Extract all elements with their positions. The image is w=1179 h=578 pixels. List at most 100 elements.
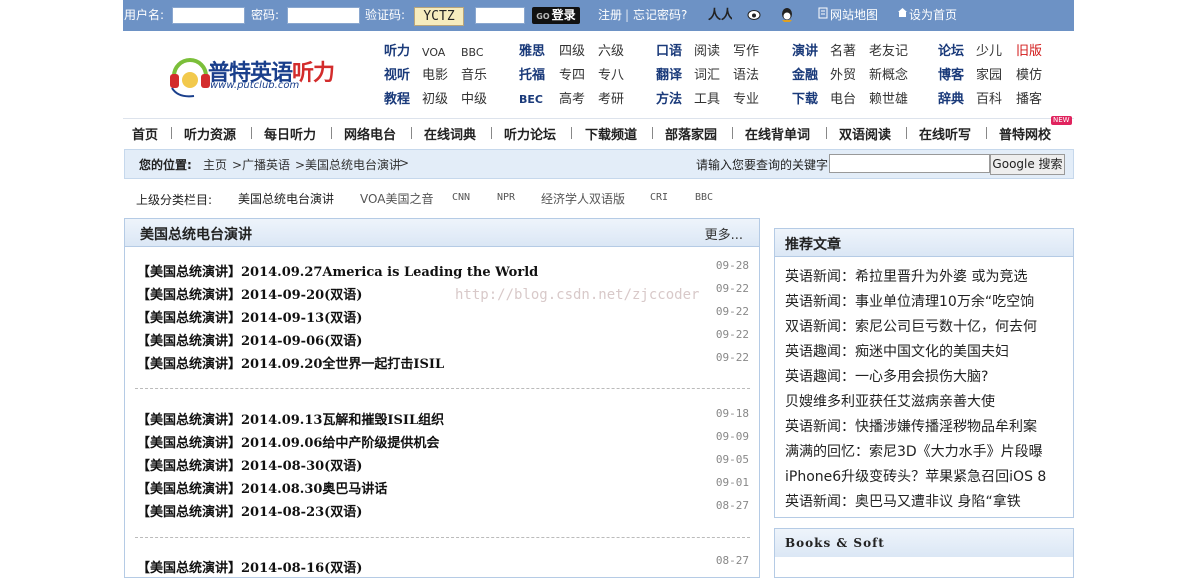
nav-link[interactable]: BBC: [461, 45, 484, 61]
recommended-link[interactable]: 贝嫂维多利亚获任艾滋病亲善大使: [785, 391, 1070, 411]
old-version-link[interactable]: 旧版: [1016, 44, 1042, 60]
menu-item[interactable]: 普特网校: [999, 124, 1051, 143]
menu-item[interactable]: 听力论坛: [504, 124, 556, 143]
weibo-icon[interactable]: [747, 7, 761, 23]
search-input[interactable]: [829, 154, 990, 173]
nav-link[interactable]: 教程: [384, 92, 410, 108]
register-link[interactable]: 注册: [598, 0, 622, 31]
nav-link[interactable]: 播客: [1016, 92, 1042, 108]
article-link[interactable]: 【美国总统演讲】2014.09.06给中产阶级提供机会: [137, 432, 439, 451]
nav-link[interactable]: 老友记: [869, 44, 908, 60]
category-link[interactable]: VOA美国之音: [360, 190, 433, 207]
breadcrumb-broadcast[interactable]: >广播英语: [232, 156, 290, 173]
set-homepage-link[interactable]: 设为首页: [909, 0, 957, 31]
nav-link[interactable]: 考研: [598, 92, 624, 108]
category-link[interactable]: 美国总统电台演讲: [238, 190, 334, 207]
menu-item[interactable]: 在线词典: [424, 124, 476, 143]
nav-link[interactable]: BEC: [519, 92, 543, 108]
category-link[interactable]: CNN: [452, 192, 470, 203]
login-button[interactable]: GO 登录: [532, 7, 580, 24]
password-input[interactable]: [287, 7, 360, 24]
nav-link[interactable]: 口语: [656, 44, 682, 60]
recommended-link[interactable]: iPhone6升级变砖头？苹果紧急召回iOS 8: [785, 466, 1070, 486]
nav-link[interactable]: 专业: [733, 92, 759, 108]
nav-link[interactable]: 雅思: [519, 44, 545, 60]
nav-link[interactable]: 模仿: [1016, 68, 1042, 84]
article-link[interactable]: 【美国总统演讲】2014-09-13(双语): [137, 307, 362, 326]
nav-link[interactable]: 四级: [559, 44, 585, 60]
captcha-image[interactable]: YCTZ: [414, 7, 464, 26]
nav-link[interactable]: 写作: [733, 44, 759, 60]
nav-link[interactable]: 演讲: [792, 44, 818, 60]
forgot-password-link[interactable]: 忘记密码?: [633, 0, 687, 31]
recommended-link[interactable]: 英语趣闻：一心多用会损伤大脑?: [785, 366, 1070, 386]
breadcrumb-current[interactable]: >美国总统电台演讲: [295, 156, 401, 173]
nav-link[interactable]: 少儿: [976, 44, 1002, 60]
nav-link[interactable]: 外贸: [830, 68, 856, 84]
article-link[interactable]: 【美国总统演讲】2014.09.20全世界一起打击ISIL: [137, 353, 444, 372]
nav-link[interactable]: 金融: [792, 68, 818, 84]
menu-item[interactable]: 首页: [132, 124, 158, 143]
article-link[interactable]: 【美国总统演讲】2014-09-20(双语): [137, 284, 362, 303]
nav-link[interactable]: 专四: [559, 68, 585, 84]
menu-item[interactable]: 部落家园: [665, 124, 717, 143]
nav-link[interactable]: 百科: [976, 92, 1002, 108]
article-link[interactable]: 【美国总统演讲】2014-08-23(双语): [137, 501, 362, 520]
google-search-button[interactable]: Google 搜索: [990, 154, 1065, 175]
category-link[interactable]: CRI: [650, 192, 668, 203]
more-link[interactable]: 更多...: [705, 224, 743, 243]
recommended-link[interactable]: 英语新闻：奥巴马又遭非议 身陷“拿铁: [785, 491, 1070, 511]
breadcrumb-home[interactable]: 主页: [203, 156, 227, 173]
renren-icon[interactable]: 人人: [708, 7, 735, 23]
qq-icon[interactable]: [780, 7, 794, 23]
nav-link[interactable]: 赖世雄: [869, 92, 908, 108]
nav-link[interactable]: 家园: [976, 68, 1002, 84]
captcha-input[interactable]: [475, 7, 525, 24]
article-link[interactable]: 【美国总统演讲】2014.09.13瓦解和摧毁ISIL组织: [137, 409, 444, 428]
nav-link[interactable]: 名著: [830, 44, 856, 60]
recommended-link[interactable]: 双语新闻：索尼公司巨亏数十亿，何去何: [785, 316, 1070, 336]
nav-link[interactable]: 中级: [461, 92, 487, 108]
username-input[interactable]: [172, 7, 245, 24]
menu-item[interactable]: 下载频道: [585, 124, 637, 143]
menu-item[interactable]: 双语阅读: [839, 124, 891, 143]
category-link[interactable]: NPR: [497, 192, 515, 203]
article-link[interactable]: 【美国总统演讲】2014-08-30(双语): [137, 455, 362, 474]
nav-link[interactable]: 词汇: [694, 68, 720, 84]
site-logo[interactable]: 普特英语听力 www.putclub.com: [168, 50, 338, 100]
nav-link[interactable]: 工具: [694, 92, 720, 108]
nav-link[interactable]: 论坛: [938, 44, 964, 60]
nav-link[interactable]: 六级: [598, 44, 624, 60]
article-link[interactable]: 【美国总统演讲】2014.08.30奥巴马讲话: [137, 478, 387, 497]
nav-link[interactable]: 音乐: [461, 68, 487, 84]
nav-link[interactable]: 阅读: [694, 44, 720, 60]
recommended-link[interactable]: 英语新闻：快播涉嫌传播淫秽物品牟利案: [785, 416, 1070, 436]
category-link[interactable]: BBC: [695, 192, 713, 203]
nav-link[interactable]: 下载: [792, 92, 818, 108]
category-link[interactable]: 经济学人双语版: [541, 190, 625, 207]
nav-link[interactable]: 电影: [422, 68, 448, 84]
nav-link[interactable]: 听力: [384, 44, 410, 60]
nav-link[interactable]: 初级: [422, 92, 448, 108]
recommended-link[interactable]: 英语趣闻：痴迷中国文化的美国夫妇: [785, 341, 1070, 361]
recommended-link[interactable]: 英语新闻：事业单位清理10万余“吃空饷: [785, 291, 1070, 311]
menu-item[interactable]: 在线听写: [919, 124, 971, 143]
nav-link[interactable]: 方法: [656, 92, 682, 108]
sitemap-link[interactable]: 网站地图: [830, 0, 878, 31]
nav-link[interactable]: 博客: [938, 68, 964, 84]
nav-link[interactable]: 翻译: [656, 68, 682, 84]
article-link[interactable]: 【美国总统演讲】2014-08-16(双语): [137, 557, 362, 576]
nav-link[interactable]: 电台: [830, 92, 856, 108]
menu-item[interactable]: 听力资源: [184, 124, 236, 143]
nav-link[interactable]: 高考: [559, 92, 585, 108]
menu-item[interactable]: 每日听力: [264, 124, 316, 143]
nav-link[interactable]: 语法: [733, 68, 759, 84]
menu-item[interactable]: 网络电台: [344, 124, 396, 143]
nav-link[interactable]: 视听: [384, 68, 410, 84]
article-link[interactable]: 【美国总统演讲】2014.09.27America is Leading the…: [137, 261, 538, 280]
menu-item[interactable]: 在线背单词: [745, 124, 810, 143]
nav-link[interactable]: 托福: [519, 68, 545, 84]
nav-link[interactable]: VOA: [422, 45, 445, 61]
nav-link[interactable]: 辞典: [938, 92, 964, 108]
recommended-link[interactable]: 满满的回忆：索尼3D《大力水手》片段曝: [785, 441, 1070, 461]
